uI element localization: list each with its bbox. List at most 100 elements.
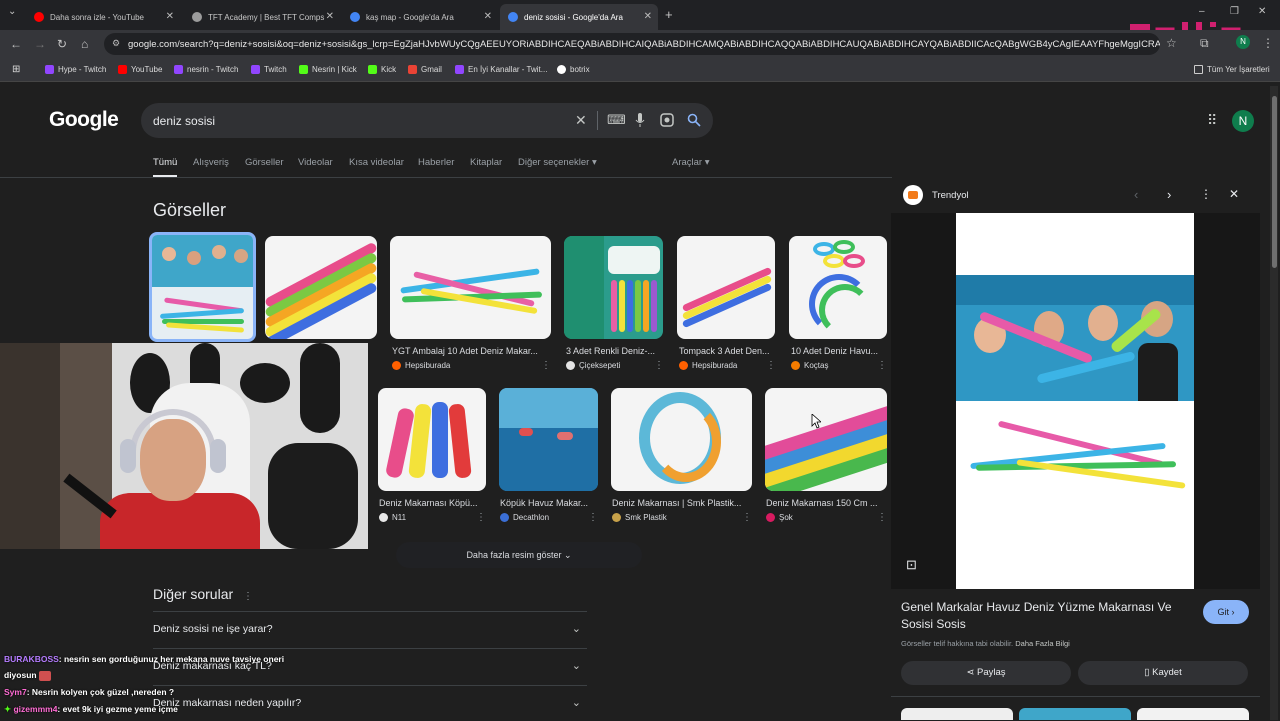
previous-icon[interactable]: ‹ bbox=[1134, 187, 1138, 202]
tab-images[interactable]: Görseller bbox=[245, 157, 284, 168]
image-result[interactable] bbox=[789, 236, 887, 339]
site-info-icon[interactable]: ⚙ bbox=[112, 38, 120, 49]
tab-youtube[interactable]: Daha sonra izle - YouTube ✕ bbox=[26, 4, 180, 30]
result-caption[interactable]: YGT Ambalaj 10 Adet Deniz Makar... bbox=[392, 346, 547, 356]
related-image[interactable] bbox=[1137, 708, 1249, 720]
result-source[interactable]: Hepsiburada bbox=[679, 361, 737, 370]
lens-icon[interactable] bbox=[660, 113, 674, 127]
image-result[interactable] bbox=[378, 388, 486, 491]
bookmark-hype-twitch[interactable]: Hype - Twitch bbox=[45, 65, 106, 74]
result-source[interactable]: N11 bbox=[379, 513, 406, 522]
result-source[interactable]: Hepsiburada bbox=[392, 361, 450, 370]
result-caption[interactable]: 10 Adet Deniz Havu... bbox=[791, 346, 883, 356]
tab-more-options[interactable]: Diğer seçenekler ▾ bbox=[518, 157, 597, 168]
lens-search-icon[interactable]: ⊡ bbox=[906, 557, 917, 573]
question-row[interactable]: Deniz sosisi ne işe yarar? ⌄ bbox=[153, 611, 587, 647]
close-icon[interactable]: ✕ bbox=[326, 11, 334, 22]
star-icon[interactable]: ☆ bbox=[1166, 36, 1177, 50]
more-options-icon[interactable]: ⋮ bbox=[654, 360, 664, 371]
image-result[interactable] bbox=[677, 236, 775, 339]
tab-news[interactable]: Haberler bbox=[418, 157, 454, 168]
apps-grid-icon[interactable]: ⊞ bbox=[12, 64, 20, 75]
account-avatar[interactable]: N bbox=[1232, 110, 1254, 132]
search-icon[interactable] bbox=[687, 113, 701, 127]
google-logo[interactable]: Google bbox=[49, 108, 119, 132]
go-button[interactable]: Git › bbox=[1203, 600, 1249, 624]
search-input[interactable]: deniz sosisi ✕ ⌨ bbox=[141, 103, 713, 138]
panel-source[interactable]: Trendyol bbox=[932, 190, 969, 201]
more-options-icon[interactable]: ⋮ bbox=[1200, 187, 1212, 201]
more-options-icon[interactable]: ⋮ bbox=[766, 360, 776, 371]
back-icon[interactable]: ← bbox=[10, 37, 22, 51]
tab-kas-map[interactable]: kaş map - Google'da Ara ✕ bbox=[342, 4, 498, 30]
new-tab-icon[interactable]: + bbox=[665, 7, 673, 22]
bookmark-nesrin-twitch[interactable]: nesrin - Twitch bbox=[174, 65, 238, 74]
close-icon[interactable]: ✕ bbox=[166, 11, 174, 22]
tab-videos[interactable]: Videolar bbox=[298, 157, 333, 168]
image-result[interactable] bbox=[765, 388, 887, 491]
tab-books[interactable]: Kitaplar bbox=[470, 157, 502, 168]
result-caption[interactable]: Deniz Makarnası 150 Cm ... bbox=[766, 498, 884, 508]
more-options-icon[interactable]: ⋮ bbox=[742, 512, 752, 523]
image-result[interactable] bbox=[265, 236, 377, 339]
result-caption[interactable]: Deniz Makarnası | Smk Plastik... bbox=[612, 498, 750, 508]
preview-image[interactable] bbox=[956, 213, 1194, 589]
result-caption[interactable]: Tompack 3 Adet Den... bbox=[679, 346, 773, 356]
result-source[interactable]: Koçtaş bbox=[791, 361, 828, 370]
forward-icon[interactable]: → bbox=[34, 37, 46, 51]
bookmark-en-iyi-kanallar[interactable]: En İyi Kanallar - Twit... bbox=[455, 65, 547, 74]
related-image[interactable] bbox=[1019, 708, 1131, 720]
url-field[interactable]: ⚙ google.com/search?q=deniz+sosisi&oq=de… bbox=[104, 33, 1160, 55]
reload-icon[interactable]: ↻ bbox=[57, 37, 67, 51]
result-caption[interactable]: Deniz Makarnası Köpü... bbox=[379, 498, 484, 508]
result-caption[interactable]: Köpük Havuz Makar... bbox=[500, 498, 595, 508]
next-icon[interactable]: › bbox=[1167, 187, 1171, 202]
tab-shopping[interactable]: Alışveriş bbox=[193, 157, 229, 168]
bookmark-twitch[interactable]: Twitch bbox=[251, 65, 287, 74]
share-button[interactable]: ⋖ Paylaş bbox=[901, 661, 1071, 685]
tab-search-icon[interactable]: ⌄ bbox=[8, 6, 16, 17]
related-image[interactable] bbox=[901, 708, 1013, 720]
learn-more-link[interactable]: Daha Fazla Bilgi bbox=[1015, 639, 1070, 648]
scrollbar-thumb[interactable] bbox=[1272, 96, 1277, 268]
clear-icon[interactable]: ✕ bbox=[575, 112, 587, 129]
bookmark-kick[interactable]: Kick bbox=[368, 65, 396, 74]
tab-all[interactable]: Tümü bbox=[153, 157, 177, 168]
result-source[interactable]: Decathlon bbox=[500, 513, 549, 522]
profile-avatar[interactable]: N bbox=[1236, 35, 1250, 49]
tab-short-videos[interactable]: Kısa videolar bbox=[349, 157, 404, 168]
bookmark-botrix[interactable]: botrix bbox=[557, 65, 590, 74]
close-icon[interactable]: ✕ bbox=[1229, 187, 1239, 201]
result-caption[interactable]: 3 Adet Renkli Deniz-... bbox=[566, 346, 661, 356]
question-row[interactable]: Deniz makarnası neden yapılır? ⌄ bbox=[153, 685, 587, 721]
menu-icon[interactable]: ⋮ bbox=[1262, 36, 1274, 50]
tools-button[interactable]: Araçlar ▾ bbox=[672, 157, 710, 168]
keyboard-icon[interactable]: ⌨ bbox=[607, 112, 626, 128]
bookmark-gmail[interactable]: Gmail bbox=[408, 65, 442, 74]
tab-tft-academy[interactable]: TFT Academy | Best TFT Comps ✕ bbox=[184, 4, 340, 30]
bookmark-youtube[interactable]: YouTube bbox=[118, 65, 162, 74]
more-options-icon[interactable]: ⋮ bbox=[476, 512, 486, 523]
save-button[interactable]: ▯ Kaydet bbox=[1078, 661, 1248, 685]
more-options-icon[interactable]: ⋮ bbox=[541, 360, 551, 371]
image-result[interactable] bbox=[499, 388, 598, 491]
more-images-button[interactable]: Daha fazla resim göster ⌄ bbox=[396, 542, 642, 568]
panel-title[interactable]: Genel Markalar Havuz Deniz Yüzme Makarna… bbox=[901, 599, 1186, 633]
close-icon[interactable]: ✕ bbox=[484, 11, 492, 22]
image-result[interactable] bbox=[611, 388, 752, 491]
result-source[interactable]: Smk Plastik bbox=[612, 513, 667, 522]
all-bookmarks[interactable]: Tüm Yer İşaretleri bbox=[1194, 65, 1270, 74]
image-result[interactable] bbox=[564, 236, 663, 339]
more-options-icon[interactable]: ⋮ bbox=[243, 591, 253, 602]
close-icon[interactable]: ✕ bbox=[644, 11, 652, 22]
bookmark-nesrin-kick[interactable]: Nesrin | Kick bbox=[299, 65, 357, 74]
result-source[interactable]: Çiçeksepeti bbox=[566, 361, 620, 370]
more-options-icon[interactable]: ⋮ bbox=[877, 360, 887, 371]
microphone-icon[interactable] bbox=[635, 113, 645, 128]
tab-deniz-sosisi[interactable]: deniz sosisi - Google'da Ara ✕ bbox=[500, 4, 658, 30]
more-options-icon[interactable]: ⋮ bbox=[588, 512, 598, 523]
image-result-selected[interactable] bbox=[149, 232, 256, 342]
home-icon[interactable]: ⌂ bbox=[81, 37, 88, 51]
image-result[interactable] bbox=[390, 236, 551, 339]
result-source[interactable]: Şok bbox=[766, 513, 793, 522]
